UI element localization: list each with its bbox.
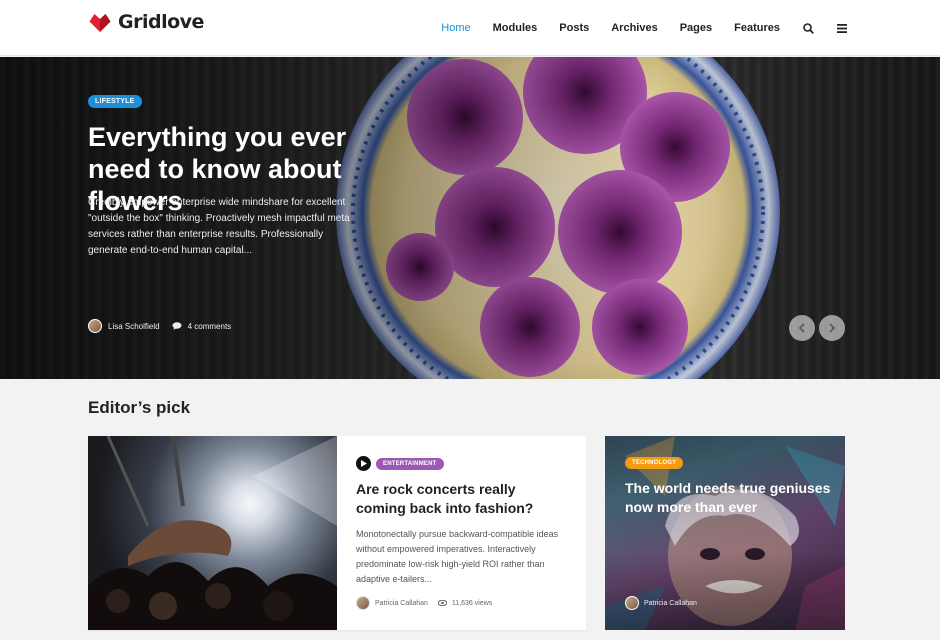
post-card-geniuses[interactable]: TECHNOLOGY The world needs true geniuses…	[605, 436, 845, 630]
author-avatar[interactable]	[88, 319, 102, 333]
concert-image[interactable]	[88, 436, 337, 630]
post-title[interactable]: Are rock concerts really coming back int…	[356, 480, 566, 518]
slider-prev-button[interactable]	[789, 315, 815, 341]
hero-slider: LIFESTYLE Everything you ever need to kn…	[0, 57, 940, 379]
site-header: Gridlove Home Modules Posts Archives Pag…	[0, 0, 940, 56]
slider-next-button[interactable]	[819, 315, 845, 341]
post-title[interactable]: The world needs true geniuses now more t…	[625, 479, 840, 517]
heart-logo-icon	[89, 14, 111, 32]
hero-category-badge[interactable]: LIFESTYLE	[88, 95, 142, 108]
hero-meta: Lisa Scholfield 4 comments	[88, 319, 231, 333]
hero-excerpt: Credibly empower enterprise wide mindsha…	[88, 197, 350, 256]
author-avatar[interactable]	[625, 596, 639, 610]
site-logo[interactable]: Gridlove	[88, 11, 204, 33]
category-badge-technology[interactable]: TECHNOLOGY	[625, 457, 684, 469]
section-title-editors-pick: Editor’s pick	[88, 398, 191, 417]
post-author[interactable]: Patricia Callahan	[644, 600, 697, 607]
post-card-rock-concerts: ENTERTAINMENT Are rock concerts really c…	[88, 436, 586, 630]
nav-archives[interactable]: Archives	[611, 22, 657, 34]
author-avatar[interactable]	[356, 596, 370, 610]
hero-author[interactable]: Lisa Scholfield	[108, 322, 160, 331]
nav-posts[interactable]: Posts	[559, 22, 589, 34]
post-meta: Patricia Callahan	[625, 596, 697, 610]
category-badge-entertainment[interactable]: ENTERTAINMENT	[376, 457, 444, 470]
comment-icon	[172, 322, 182, 330]
hero-comments[interactable]: 4 comments	[188, 322, 232, 331]
chevron-left-icon	[798, 323, 805, 333]
post-meta: Patricia Callahan 11,636 views	[356, 596, 492, 610]
post-author[interactable]: Patricia Callahan	[375, 600, 428, 607]
post-views: 11,636 views	[451, 599, 493, 607]
category-row: ENTERTAINMENT	[356, 456, 566, 471]
nav-pages[interactable]: Pages	[680, 22, 712, 34]
nav-modules[interactable]: Modules	[493, 22, 538, 34]
eye-icon	[437, 600, 447, 606]
nav-features[interactable]: Features	[734, 22, 780, 34]
post-card-body: ENTERTAINMENT Are rock concerts really c…	[337, 436, 586, 630]
concert-crowd-illustration	[88, 436, 337, 630]
logo-text: Gridlove	[118, 11, 204, 33]
main-nav: Home Modules Posts Archives Pages Featur…	[441, 0, 848, 56]
play-icon[interactable]	[356, 456, 371, 471]
nav-home[interactable]: Home	[441, 22, 470, 34]
menu-icon[interactable]	[836, 22, 848, 34]
post-excerpt: Monotonectally pursue backward-compatibl…	[356, 529, 559, 584]
chevron-right-icon	[829, 323, 836, 333]
slider-controls	[789, 315, 845, 341]
search-icon[interactable]	[802, 22, 814, 34]
